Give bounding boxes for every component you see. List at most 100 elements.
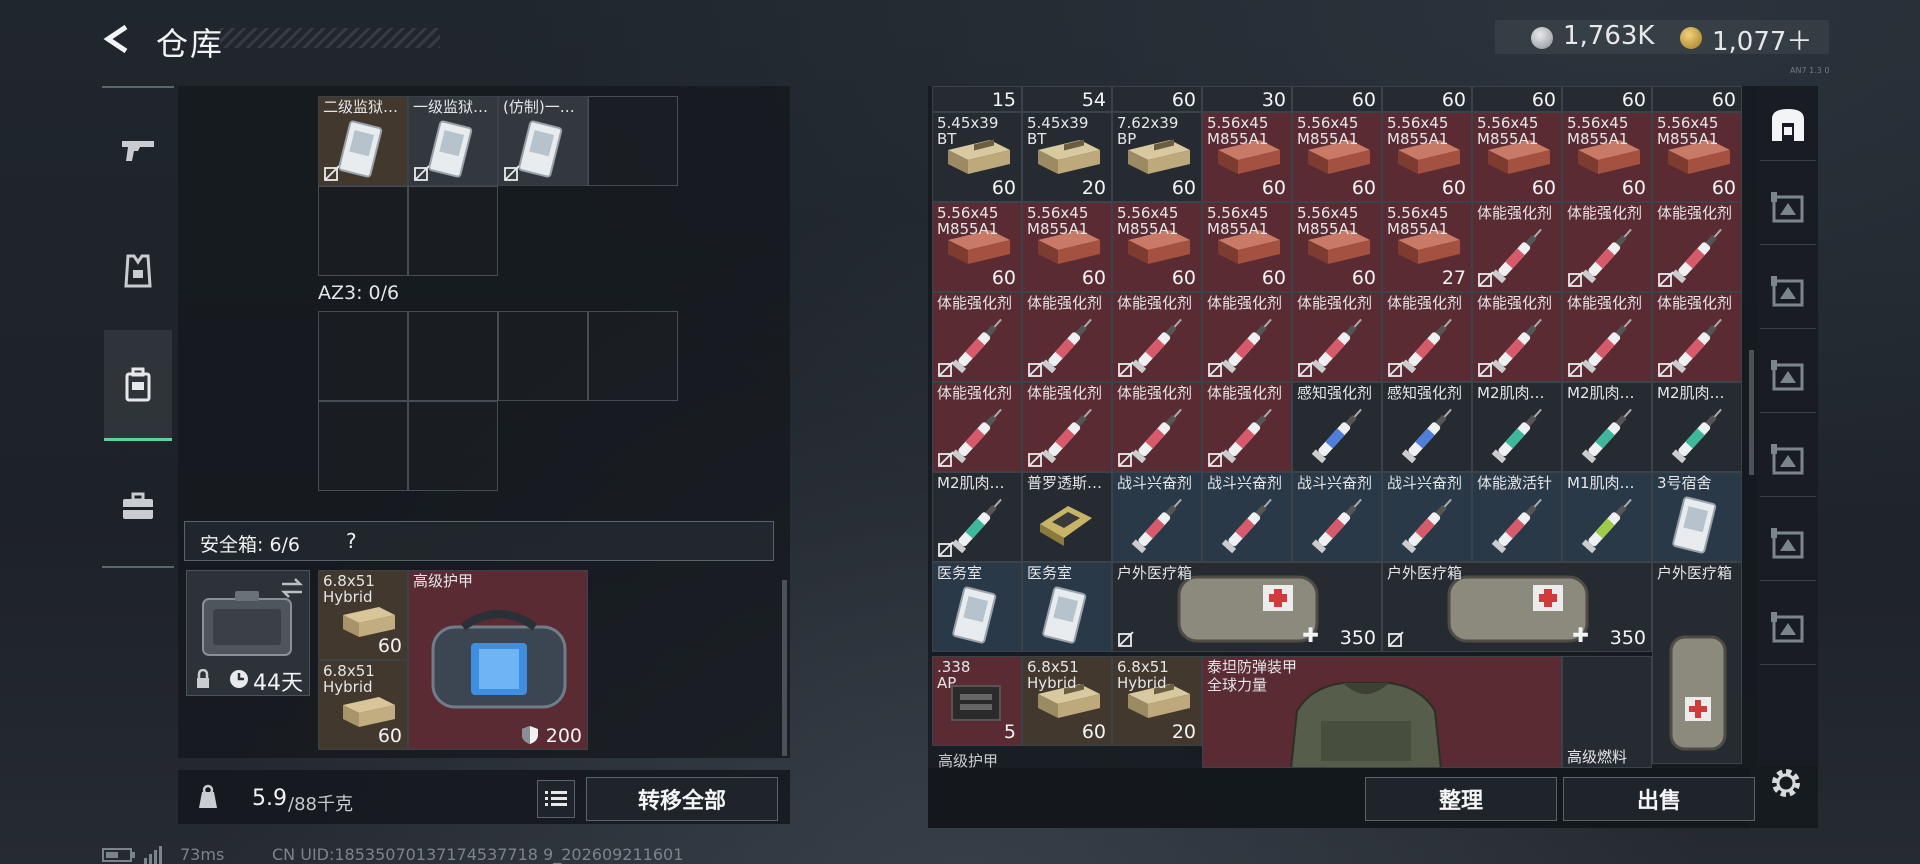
inventory-item[interactable]: 5.56x45 M855A1 60 bbox=[1562, 112, 1652, 202]
nav-weapons-tab[interactable] bbox=[104, 96, 172, 204]
inventory-item[interactable]: 体能激活针 bbox=[1472, 472, 1562, 562]
safe-box-help-icon[interactable]: ? bbox=[346, 529, 357, 553]
az3-slot[interactable] bbox=[408, 311, 498, 401]
outdoor-medkit-item[interactable]: 户外医疗箱 350 ✚ bbox=[1382, 562, 1652, 652]
inventory-item[interactable]: 3号宿舍 bbox=[1652, 472, 1742, 562]
partial-item[interactable]: 60 bbox=[1112, 86, 1202, 112]
inventory-item[interactable]: 5.56x45 M855A1 60 bbox=[932, 202, 1022, 292]
az3-slot[interactable] bbox=[588, 311, 678, 401]
az3-slot[interactable] bbox=[408, 401, 498, 491]
partial-item[interactable]: 60 bbox=[1652, 86, 1742, 112]
partial-item[interactable]: 30 bbox=[1202, 86, 1292, 112]
inventory-item[interactable]: 体能强化剂 bbox=[1652, 292, 1742, 382]
inventory-item[interactable]: 5.45x39 BT 60 bbox=[932, 112, 1022, 202]
inventory-item[interactable]: 感知强化剂 bbox=[1292, 382, 1382, 472]
inventory-item[interactable]: 战斗兴奋剂 bbox=[1382, 472, 1472, 562]
back-arrow-icon[interactable] bbox=[100, 22, 134, 56]
sort-button[interactable]: 整理 bbox=[1365, 777, 1557, 821]
right-scrollbar[interactable] bbox=[1749, 350, 1754, 475]
inventory-item[interactable]: 体能强化剂 bbox=[1292, 292, 1382, 382]
inventory-item[interactable]: 5.45x39 BT 20 bbox=[1022, 112, 1112, 202]
transfer-all-button[interactable]: 转移全部 bbox=[586, 777, 778, 821]
side-tab-storage-2[interactable] bbox=[1760, 256, 1816, 329]
inventory-item[interactable]: 5.56x45 M855A1 60 bbox=[1652, 112, 1742, 202]
partial-item[interactable]: 60 bbox=[1292, 86, 1382, 112]
settings-gear-icon[interactable] bbox=[1768, 765, 1804, 801]
empty-slot[interactable] bbox=[408, 186, 498, 276]
inventory-item[interactable]: 体能强化剂 bbox=[1112, 292, 1202, 382]
inventory-item[interactable]: 战斗兴奋剂 bbox=[1112, 472, 1202, 562]
titan-armor-item[interactable]: 泰坦防弹装甲 全球力量 bbox=[1202, 656, 1562, 768]
inventory-item[interactable]: 感知强化剂 bbox=[1382, 382, 1472, 472]
side-tab-storage-5[interactable] bbox=[1760, 508, 1816, 581]
inventory-item[interactable]: 5.56x45 M855A1 60 bbox=[1112, 202, 1202, 292]
inventory-item[interactable]: M1肌肉… bbox=[1562, 472, 1652, 562]
az3-slot[interactable] bbox=[318, 311, 408, 401]
left-scrollbar[interactable] bbox=[782, 580, 787, 756]
safe-item-ammo[interactable]: 6.8x51 Hybrid 60 bbox=[318, 570, 408, 660]
list-view-button[interactable] bbox=[537, 780, 575, 818]
safe-item-armor[interactable]: 高级护甲 200 bbox=[408, 570, 588, 750]
safe-item-ammo[interactable]: 6.8x51 Hybrid 60 bbox=[318, 660, 408, 750]
empty-slot[interactable]: 高级燃料 bbox=[1562, 656, 1652, 768]
medkit-card-item[interactable]: 医务室 bbox=[932, 562, 1022, 652]
inventory-item[interactable]: 体能强化剂 bbox=[1472, 292, 1562, 382]
inventory-item[interactable]: 5.56x45 M855A1 27 bbox=[1382, 202, 1472, 292]
container-item[interactable]: (仿制)一… bbox=[498, 96, 588, 186]
inventory-item[interactable]: 5.56x45 M855A1 60 bbox=[1022, 202, 1112, 292]
inventory-item[interactable]: 7.62x39 BP 60 bbox=[1112, 112, 1202, 202]
inventory-item[interactable]: 战斗兴奋剂 bbox=[1202, 472, 1292, 562]
swap-icon[interactable] bbox=[279, 577, 305, 599]
nav-briefcase-tab[interactable] bbox=[104, 452, 172, 560]
partial-item[interactable]: 54 bbox=[1022, 86, 1112, 112]
az3-slot[interactable] bbox=[318, 401, 408, 491]
inventory-item[interactable]: 体能强化剂 bbox=[1472, 202, 1562, 292]
nav-backpack-tab[interactable] bbox=[104, 330, 172, 441]
inventory-item[interactable]: 体能强化剂 bbox=[1382, 292, 1472, 382]
inventory-item[interactable]: 6.8x51 Hybrid 20 bbox=[1112, 656, 1202, 746]
inventory-item[interactable]: 体能强化剂 bbox=[1112, 382, 1202, 472]
gold-coin-icon[interactable] bbox=[1680, 27, 1702, 49]
inventory-item[interactable]: 5.56x45 M855A1 60 bbox=[1202, 112, 1292, 202]
medkit-card-item[interactable]: 医务室 bbox=[1022, 562, 1112, 652]
inventory-item[interactable]: 5.56x45 M855A1 60 bbox=[1472, 112, 1562, 202]
inventory-item[interactable]: 体能强化剂 bbox=[932, 292, 1022, 382]
empty-slot[interactable] bbox=[588, 96, 678, 186]
inventory-item[interactable]: 体能强化剂 bbox=[1022, 292, 1112, 382]
side-tab-storage-4[interactable] bbox=[1760, 424, 1816, 497]
container-item[interactable]: 一级监狱… bbox=[408, 96, 498, 186]
inventory-item[interactable]: 体能强化剂 bbox=[1652, 202, 1742, 292]
inventory-item[interactable]: M2肌肉… bbox=[1652, 382, 1742, 472]
inventory-item[interactable]: 5.56x45 M855A1 60 bbox=[1202, 202, 1292, 292]
inventory-item[interactable]: 体能强化剂 bbox=[1562, 292, 1652, 382]
side-tab-storage-1[interactable] bbox=[1760, 172, 1816, 245]
side-tab-storage-6[interactable] bbox=[1760, 592, 1816, 665]
inventory-item[interactable]: M2肌肉… bbox=[1562, 382, 1652, 472]
currency-secondary[interactable]: 1,077＋ bbox=[1712, 21, 1812, 58]
inventory-item[interactable]: .338 AP 5 bbox=[932, 656, 1022, 746]
side-tab-main-storage[interactable] bbox=[1760, 88, 1816, 161]
partial-item[interactable]: 60 bbox=[1562, 86, 1652, 112]
side-tab-storage-3[interactable] bbox=[1760, 340, 1816, 413]
inventory-item[interactable]: M2肌肉… bbox=[932, 472, 1022, 562]
empty-slot[interactable] bbox=[318, 186, 408, 276]
inventory-item[interactable]: 体能强化剂 bbox=[1202, 382, 1292, 472]
partial-item[interactable]: 60 bbox=[1382, 86, 1472, 112]
inventory-item[interactable]: M2肌肉… bbox=[1472, 382, 1562, 472]
inventory-item[interactable]: 体能强化剂 bbox=[932, 382, 1022, 472]
inventory-item[interactable]: 6.8x51 Hybrid 60 bbox=[1022, 656, 1112, 746]
safe-box-case[interactable]: 44天 bbox=[186, 570, 310, 696]
inventory-item[interactable]: 普罗透斯… bbox=[1022, 472, 1112, 562]
az3-slot[interactable] bbox=[498, 311, 588, 401]
container-item[interactable]: 二级监狱… bbox=[318, 96, 408, 186]
outdoor-medkit-item[interactable]: 户外医疗箱 350 ✚ bbox=[1112, 562, 1382, 652]
partial-item[interactable]: 60 bbox=[1472, 86, 1562, 112]
inventory-item[interactable]: 5.56x45 M855A1 60 bbox=[1292, 112, 1382, 202]
inventory-item[interactable]: 5.56x45 M855A1 60 bbox=[1292, 202, 1382, 292]
inventory-item[interactable]: 体能强化剂 bbox=[1202, 292, 1292, 382]
inventory-item[interactable]: 战斗兴奋剂 bbox=[1292, 472, 1382, 562]
inventory-item[interactable]: 体能强化剂 bbox=[1562, 202, 1652, 292]
nav-equipment-tab[interactable] bbox=[104, 216, 172, 324]
sell-button[interactable]: 出售 bbox=[1563, 777, 1755, 821]
inventory-item[interactable]: 体能强化剂 bbox=[1022, 382, 1112, 472]
